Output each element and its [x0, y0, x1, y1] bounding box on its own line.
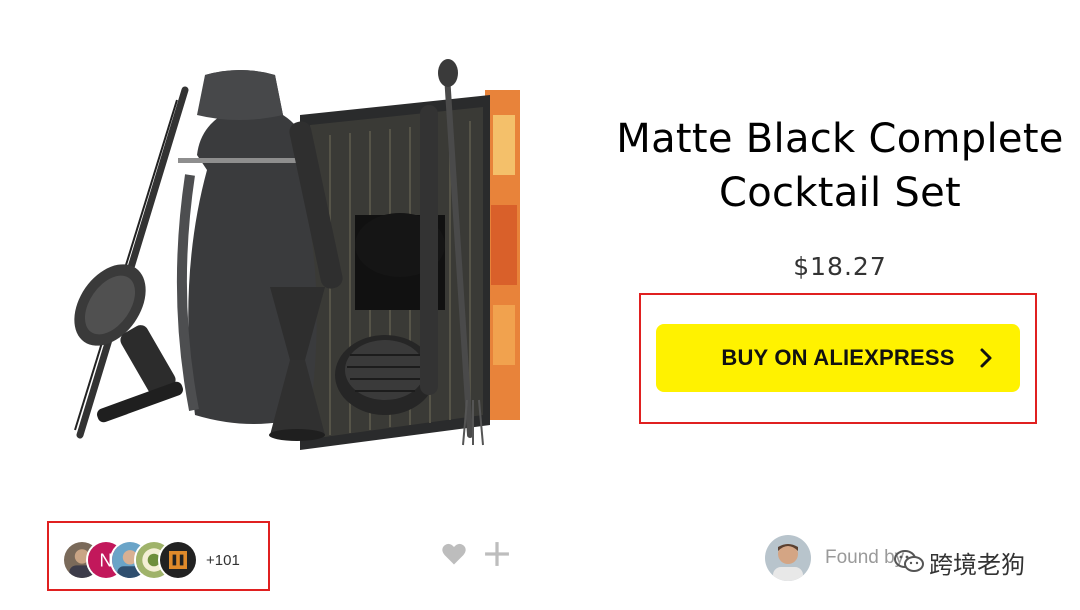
- liked-by-avatars[interactable]: N +101: [62, 538, 240, 582]
- heart-icon[interactable]: [440, 540, 468, 568]
- plus-icon[interactable]: [484, 541, 510, 567]
- user-avatar-5[interactable]: [158, 540, 198, 580]
- wechat-icon: [893, 547, 925, 579]
- title-line-1: Matte Black Complete: [616, 116, 1064, 162]
- finder-avatar[interactable]: [765, 535, 811, 581]
- product-price: $18.27: [793, 252, 887, 281]
- watermark-text: 跨境老狗: [929, 551, 1025, 579]
- title-line-2: Cocktail Set: [719, 170, 961, 216]
- product-image: [55, 55, 530, 455]
- watermark: 跨境老狗: [893, 545, 1025, 580]
- more-users-count[interactable]: +101: [206, 552, 240, 569]
- product-title: Matte Black Complete Cocktail Set: [600, 112, 1080, 220]
- buy-button-label: BUY ON ALIEXPRESS: [721, 345, 955, 370]
- found-by[interactable]: Found by: [765, 535, 904, 581]
- chevron-right-icon: [974, 346, 998, 370]
- buy-on-aliexpress-button[interactable]: BUY ON ALIEXPRESS: [656, 324, 1020, 392]
- product-actions: [440, 540, 510, 568]
